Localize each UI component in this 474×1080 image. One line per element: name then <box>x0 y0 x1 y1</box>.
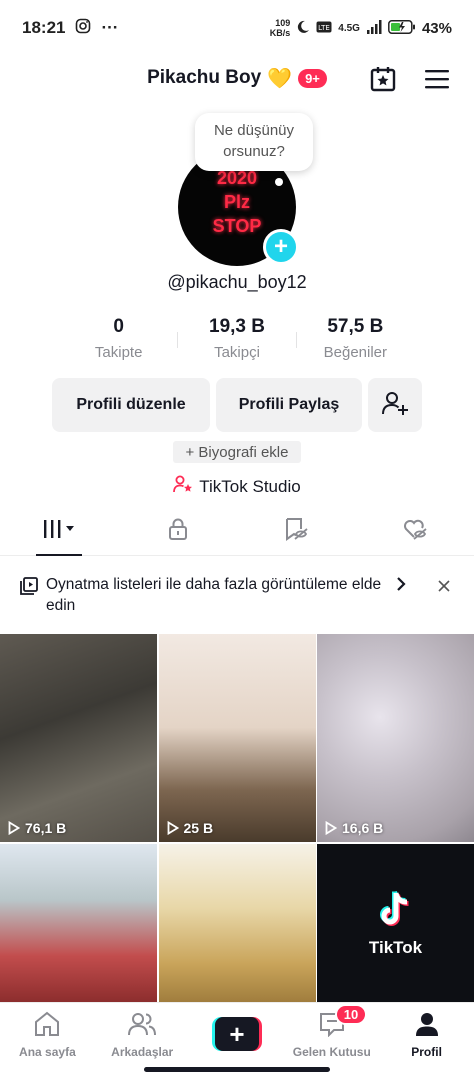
tab-videos[interactable] <box>0 508 119 556</box>
avatar-image-text: 2020 Plz STOP <box>178 166 296 238</box>
playlist-banner-text: Oynatma listeleri ile daha fazla görüntü… <box>46 576 382 614</box>
plus-icon: + <box>214 1017 259 1051</box>
stat-following[interactable]: 0 Takipte <box>60 316 177 361</box>
thought-bubble[interactable]: Ne düşünüy orsunuz? <box>195 113 313 171</box>
nav-inbox-label: Gelen Kutusu <box>292 1045 371 1059</box>
play-icon <box>8 821 20 835</box>
tiktok-logo-icon <box>379 890 413 934</box>
friends-icon <box>127 1011 157 1042</box>
tiktok-studio-link[interactable]: TikTok Studio <box>0 474 474 499</box>
tab-private[interactable] <box>119 508 238 555</box>
net-speed-value: 109 <box>275 18 291 28</box>
close-icon[interactable] <box>438 576 450 597</box>
add-bio-button[interactable]: + Biyografi ekle <box>173 441 301 463</box>
profile-header: Pikachu Boy 💛 9+ <box>0 58 474 98</box>
bottom-navigation: Ana sayfa Arkadaşlar + 10 Gelen Kutusu P… <box>0 1002 474 1062</box>
tiktok-studio-label: TikTok Studio <box>199 476 301 496</box>
thought-bubble-line-1: Ne düşünüy <box>213 122 295 139</box>
add-friend-button[interactable] <box>368 378 422 432</box>
video-tile[interactable]: 76,1 B <box>0 634 157 842</box>
instagram-icon <box>75 18 91 39</box>
inbox-badge: 10 <box>334 1004 368 1025</box>
video-views-count: 16,6 B <box>342 820 384 836</box>
svg-text:LTE: LTE <box>318 24 330 32</box>
profile-action-buttons: Profili düzenle Profili Paylaş <box>52 378 422 432</box>
video-tile[interactable]: 16,6 B <box>317 634 474 842</box>
stat-likes[interactable]: 57,5 B Beğeniler <box>297 316 414 361</box>
profile-icon <box>414 1011 440 1042</box>
video-tile[interactable] <box>158 844 316 1004</box>
stat-followers[interactable]: 19,3 B Takipçi <box>178 316 295 361</box>
stat-followers-label: Takipçi <box>214 344 260 361</box>
yellow-heart-emoji: 💛 <box>267 67 293 90</box>
nav-home-label: Ana sayfa <box>19 1045 76 1059</box>
stat-likes-label: Beğeniler <box>323 344 388 361</box>
status-bar: 18:21 ··· 109 KB/s LTE 4.5G 43% <box>0 0 474 56</box>
playlist-icon <box>20 577 38 600</box>
tab-saved[interactable] <box>237 508 356 555</box>
tiktok-logo-text: TikTok <box>368 937 423 957</box>
tab-liked[interactable] <box>356 508 474 555</box>
video-views: 76,1 B <box>8 820 66 836</box>
add-story-plus-icon[interactable]: + <box>263 229 299 265</box>
account-notification-badge: 9+ <box>298 68 327 88</box>
play-icon <box>167 821 179 835</box>
profile-handle: @pikachu_boy12 <box>167 272 307 292</box>
play-icon <box>325 821 337 835</box>
nav-profile[interactable]: Profil <box>379 1003 474 1062</box>
moon-icon <box>296 20 310 37</box>
heart-eye-icon <box>402 517 428 546</box>
net-speed: 109 KB/s <box>270 18 291 38</box>
header-title-group[interactable]: Pikachu Boy 💛 9+ <box>0 58 474 98</box>
net-speed-unit: KB/s <box>269 28 291 38</box>
thought-bubble-dot <box>275 178 283 186</box>
videos-grid-icon <box>40 517 78 546</box>
nav-create[interactable]: + <box>190 1003 285 1062</box>
video-views: 25 B <box>167 820 214 836</box>
home-icon <box>33 1011 61 1042</box>
playlist-banner[interactable]: Oynatma listeleri ile daha fazla görüntü… <box>0 562 474 630</box>
profile-tabs <box>0 508 474 556</box>
lock-icon <box>166 517 190 546</box>
battery-percent: 43% <box>421 19 452 37</box>
nav-friends[interactable]: Arkadaşlar <box>95 1003 190 1062</box>
status-left: 18:21 ··· <box>22 18 118 39</box>
avatar-text-line-2: Plz <box>223 192 250 212</box>
share-profile-button[interactable]: Profili Paylaş <box>216 378 362 432</box>
calendar-star-icon[interactable] <box>368 64 398 94</box>
stat-following-value: 0 <box>113 316 124 337</box>
home-indicator[interactable] <box>144 1067 330 1072</box>
create-button[interactable]: + <box>211 1017 262 1051</box>
nav-friends-label: Arkadaşlar <box>111 1045 174 1059</box>
chevron-right-icon[interactable] <box>396 576 406 597</box>
video-grid: 76,1 B 25 B 16,6 B TikTok <box>0 634 474 1004</box>
nav-inbox[interactable]: 10 Gelen Kutusu <box>284 1003 379 1062</box>
bookmark-eye-icon <box>283 517 309 546</box>
stat-following-label: Takipte <box>94 344 143 361</box>
person-star-icon <box>173 474 193 499</box>
signal-icon <box>366 19 382 37</box>
volte-icon: LTE <box>316 20 332 36</box>
hamburger-menu-icon[interactable] <box>422 64 452 94</box>
status-right: 109 KB/s LTE 4.5G 43% <box>270 18 452 38</box>
page-title: Pikachu Boy <box>147 67 262 88</box>
network-type: 4.5G <box>338 22 360 34</box>
nav-profile-label: Profil <box>411 1045 442 1059</box>
video-tile[interactable]: 25 B <box>158 634 316 842</box>
thought-bubble-line-2: orsunuz? <box>223 143 285 160</box>
stat-followers-value: 19,3 B <box>209 316 265 337</box>
add-person-icon <box>381 389 409 422</box>
edit-profile-button[interactable]: Profili düzenle <box>52 378 210 432</box>
more-notifications-icon: ··· <box>101 18 119 37</box>
profile-stats: 0 Takipte 19,3 B Takipçi 57,5 B Beğenile… <box>60 316 414 361</box>
video-views: 16,6 B <box>325 820 383 836</box>
stat-likes-value: 57,5 B <box>327 316 384 337</box>
video-views-count: 76,1 B <box>25 820 67 836</box>
status-time: 18:21 <box>22 18 66 37</box>
video-views-count: 25 B <box>183 820 214 836</box>
nav-home[interactable]: Ana sayfa <box>0 1003 95 1062</box>
battery-icon <box>388 19 416 37</box>
video-tile[interactable]: TikTok <box>317 844 474 1004</box>
video-tile[interactable] <box>0 844 157 1004</box>
